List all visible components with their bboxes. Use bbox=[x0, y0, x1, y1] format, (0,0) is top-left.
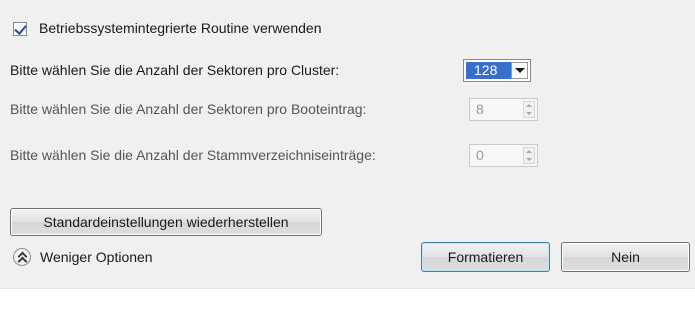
dropdown-arrow-icon[interactable] bbox=[511, 62, 528, 79]
format-button[interactable]: Formatieren bbox=[421, 242, 550, 272]
restore-defaults-label: Standardeinstellungen wiederherstellen bbox=[43, 214, 289, 230]
no-button[interactable]: Nein bbox=[561, 242, 690, 272]
no-button-label: Nein bbox=[611, 249, 640, 265]
sectors-per-cluster-combobox[interactable]: 128 bbox=[463, 59, 531, 82]
root-directory-entries-spinner[interactable]: 0 bbox=[469, 144, 538, 167]
fewer-options-link[interactable]: Weniger Optionen bbox=[40, 249, 153, 265]
restore-defaults-button[interactable]: Standardeinstellungen wiederherstellen bbox=[10, 208, 322, 236]
sectors-per-cluster-value: 128 bbox=[466, 62, 511, 79]
root-directory-entries-label: Bitte wählen Sie die Anzahl der Stammver… bbox=[10, 147, 376, 163]
root-directory-entries-value: 0 bbox=[476, 147, 484, 163]
sectors-per-boot-entry-value: 8 bbox=[476, 101, 484, 117]
sectors-per-boot-entry-spinner[interactable]: 8 bbox=[469, 98, 538, 121]
use-os-routine-checkbox[interactable] bbox=[13, 22, 27, 36]
sectors-per-boot-entry-label: Bitte wählen Sie die Anzahl der Sektoren… bbox=[10, 101, 367, 117]
checkmark-icon bbox=[14, 22, 27, 35]
double-chevron-up-icon[interactable] bbox=[13, 248, 31, 267]
divider bbox=[0, 288, 695, 289]
use-os-routine-label[interactable]: Betriebssystemintegrierte Routine verwen… bbox=[39, 20, 321, 36]
format-button-label: Formatieren bbox=[447, 249, 524, 265]
sectors-per-cluster-label: Bitte wählen Sie die Anzahl der Sektoren… bbox=[10, 62, 340, 78]
spinner-updown-icon[interactable] bbox=[523, 101, 535, 118]
options-panel: Betriebssystemintegrierte Routine verwen… bbox=[0, 0, 695, 288]
spinner-updown-icon[interactable] bbox=[523, 147, 535, 164]
